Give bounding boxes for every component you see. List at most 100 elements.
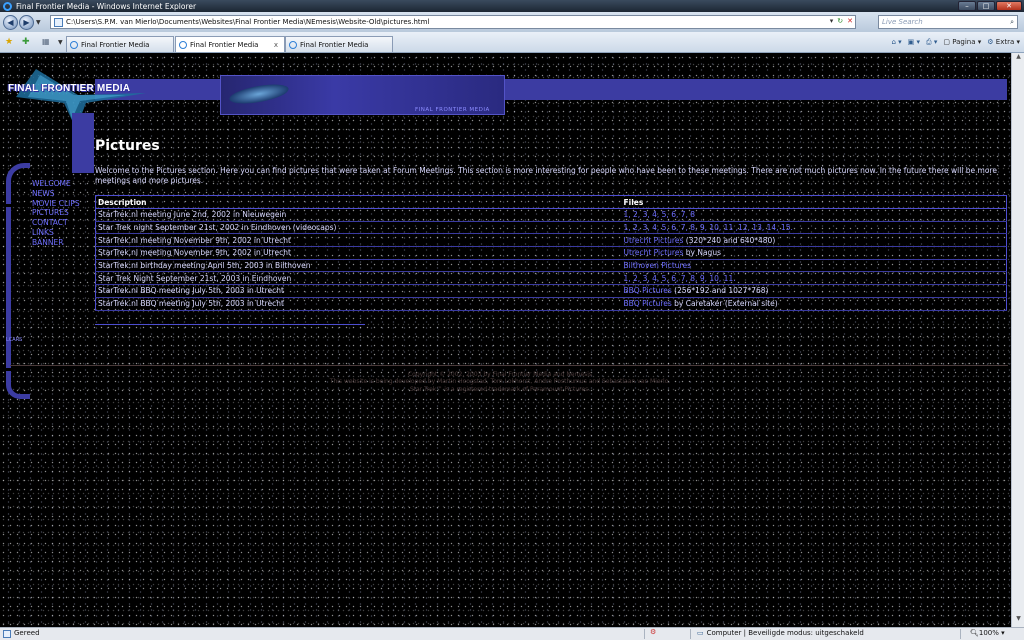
security-icon[interactable]: ⚙: [650, 628, 656, 636]
nav-pictures[interactable]: PICTURES: [32, 208, 80, 218]
forward-button[interactable]: ▶: [19, 14, 34, 30]
close-tab-icon[interactable]: x: [274, 41, 278, 49]
footer-copyright: Copyright © 2002, 2003 by Final Frontier…: [407, 371, 593, 378]
back-button[interactable]: ◀: [3, 14, 18, 30]
row-files: Bilthoven Pictures: [621, 259, 1007, 273]
frame-divider: [6, 368, 30, 371]
internet-explorer-icon: [3, 1, 12, 11]
computer-icon: ▭: [697, 629, 704, 637]
stop-icon[interactable]: ✕: [847, 17, 853, 25]
home-icon[interactable]: ⌂ ▾: [891, 38, 901, 47]
nav-news[interactable]: NEWS: [32, 189, 80, 199]
site-nav: WELCOME NEWS MOVIE CLIPS PICTURES CONTAC…: [32, 179, 80, 248]
nav-movie-clips[interactable]: MOVIE CLIPS: [32, 199, 80, 209]
table-header-row: Description Files: [95, 195, 1007, 209]
column-header-description: Description: [95, 195, 622, 209]
page-menu[interactable]: ▢ Pagina ▾: [943, 38, 981, 47]
status-separator: [644, 629, 645, 639]
feeds-icon[interactable]: ▣ ▾: [908, 38, 920, 47]
nav-frame: [6, 163, 30, 399]
tab-list-dropdown-icon[interactable]: ▼: [58, 39, 63, 46]
files-link[interactable]: BBQ Pictures: [624, 286, 672, 295]
page-icon: [54, 17, 63, 27]
files-note: by Nagus: [685, 248, 721, 258]
status-bar: Gereed ⚙ ▭ Computer | Beveiligde modus: u…: [0, 627, 1024, 640]
address-field[interactable]: C:\Users\S.P.M. van Mierlo\Documents\Web…: [50, 15, 856, 29]
status-text: Gereed: [14, 629, 40, 637]
vertical-scrollbar[interactable]: ▲ ▼: [1011, 53, 1024, 627]
column-header-files: Files: [621, 195, 1007, 209]
table-row: StarTrek.nl meeting November 9th, 2002 i…: [95, 246, 1007, 260]
nav-banner[interactable]: BANNER: [32, 238, 80, 248]
security-zone[interactable]: ▭ Computer | Beveiligde modus: uitgeschak…: [697, 629, 864, 637]
footer-divider: [10, 365, 1008, 366]
tab-3[interactable]: Final Frontier Media: [285, 36, 393, 52]
footer: Copyright © 2002, 2003 by Final Frontier…: [200, 371, 800, 393]
tools-menu[interactable]: ⚙ Extra ▾: [987, 38, 1020, 47]
address-dropdown-icon[interactable]: ▾: [830, 17, 834, 25]
favorites-star-icon[interactable]: ★: [5, 37, 13, 47]
files-note: by Caretaker (External site): [674, 299, 778, 309]
tab-bar: ★ ✚ ▦ ▼ Final Frontier Media Final Front…: [0, 32, 1024, 53]
close-button[interactable]: ✕: [996, 1, 1022, 11]
address-url[interactable]: C:\Users\S.P.M. van Mierlo\Documents\Web…: [66, 18, 429, 26]
files-link[interactable]: Utrecht Pictures: [624, 248, 684, 257]
scroll-down-icon[interactable]: ▼: [1012, 615, 1024, 627]
scroll-up-icon[interactable]: ▲: [1012, 53, 1024, 65]
tab-label: Final Frontier Media: [190, 40, 259, 49]
security-zone-text: Computer | Beveiligde modus: uitgeschake…: [706, 629, 864, 637]
footer-developers: This website is being developed by Marti…: [329, 378, 671, 386]
table-row: Star Trek night September 21st, 2002 in …: [95, 221, 1007, 235]
row-files: 1, 2, 3, 4, 5, 6, 7, 8, 9, 10, 11.: [621, 271, 1007, 286]
row-description: StarTrek.nl BBQ meeting July 5th, 2003 i…: [95, 284, 622, 298]
row-files: Utrecht Pictures by Nagus: [621, 246, 1007, 260]
row-description: StarTrek.nl meeting November 9th, 2002 i…: [95, 233, 622, 248]
print-icon[interactable]: ⎙ ▾: [926, 38, 937, 47]
table-row: StarTrek.nl meeting November 9th, 2002 i…: [95, 233, 1007, 248]
files-note: (320*240 and 640*480): [685, 235, 776, 245]
tab-page-icon: [289, 40, 297, 49]
window-controls: – □ ✕: [958, 1, 1022, 11]
table-row: StarTrek.nl BBQ meeting July 5th, 2003 i…: [95, 297, 1007, 311]
refresh-icon[interactable]: ↻: [837, 17, 843, 25]
row-description: Star Trek night September 21st, 2002 in …: [95, 221, 622, 235]
tab-label: Final Frontier Media: [300, 40, 369, 49]
table-row: StarTrek.nl birthday meeting April 5th, …: [95, 259, 1007, 273]
files-link[interactable]: 1, 2, 3, 4, 5, 6, 7, 8, 9, 10, 11.: [624, 274, 736, 283]
nav-links[interactable]: LINKS: [32, 228, 80, 238]
files-link[interactable]: Bilthoven Pictures: [624, 261, 692, 270]
intro-text: Welcome to the Pictures section. Here yo…: [95, 166, 997, 185]
table-row: StarTrek.nl BBQ meeting July 5th, 2003 i…: [95, 284, 1007, 298]
files-link[interactable]: 1, 2, 3, 4, 5, 6, 7, 8, 9, 10, 11 ,12, 1…: [624, 223, 793, 232]
nav-frame-label: LCARS: [6, 337, 23, 343]
row-files: BBQ Pictures (256*192 and 1027*768): [621, 284, 1007, 298]
tab-1[interactable]: Final Frontier Media: [66, 36, 174, 52]
nav-contact[interactable]: CONTACT: [32, 218, 80, 228]
nav-welcome[interactable]: WELCOME: [32, 179, 80, 189]
search-input[interactable]: Live Search ⌕: [878, 15, 1018, 29]
maximize-button[interactable]: □: [977, 1, 995, 11]
files-note: (256*192 and 1027*768): [674, 286, 769, 296]
zoom-icon: 🔍︎: [970, 629, 979, 637]
tab-2[interactable]: Final Frontier Media x: [175, 36, 285, 52]
row-description: StarTrek.nl birthday meeting April 5th, …: [95, 259, 622, 273]
banner-caption: FINAL FRONTIER MEDIA: [415, 107, 490, 113]
zoom-control[interactable]: 🔍︎100% ▾: [970, 629, 1005, 637]
row-description: StarTrek.nl meeting November 9th, 2002 i…: [95, 246, 622, 260]
zoom-level: 100%: [978, 629, 999, 637]
table-row: StarTrek.nl meeting June 2nd, 2002 in Ni…: [95, 208, 1007, 222]
files-link[interactable]: Utrecht Pictures: [624, 236, 684, 245]
add-favorites-icon[interactable]: ✚: [22, 37, 30, 47]
files-link[interactable]: 1, 2, 3, 4, 5, 6, 7, 8: [624, 210, 696, 219]
quick-tabs-icon[interactable]: ▦: [42, 37, 50, 46]
status-separator: [690, 629, 691, 639]
site-logo[interactable]: FINAL FRONTIER MEDIA: [8, 83, 130, 94]
search-icon[interactable]: ⌕: [1010, 16, 1014, 28]
frame-divider: [6, 204, 30, 207]
tools-gear-icon: ⚙: [987, 38, 994, 46]
minimize-button[interactable]: –: [958, 1, 976, 11]
row-files: 1, 2, 3, 4, 5, 6, 7, 8: [621, 208, 1007, 222]
files-link[interactable]: BBQ Pictures: [624, 299, 672, 308]
history-dropdown-icon[interactable]: ▼: [36, 19, 41, 26]
page-menu-label: Pagina: [952, 38, 976, 46]
